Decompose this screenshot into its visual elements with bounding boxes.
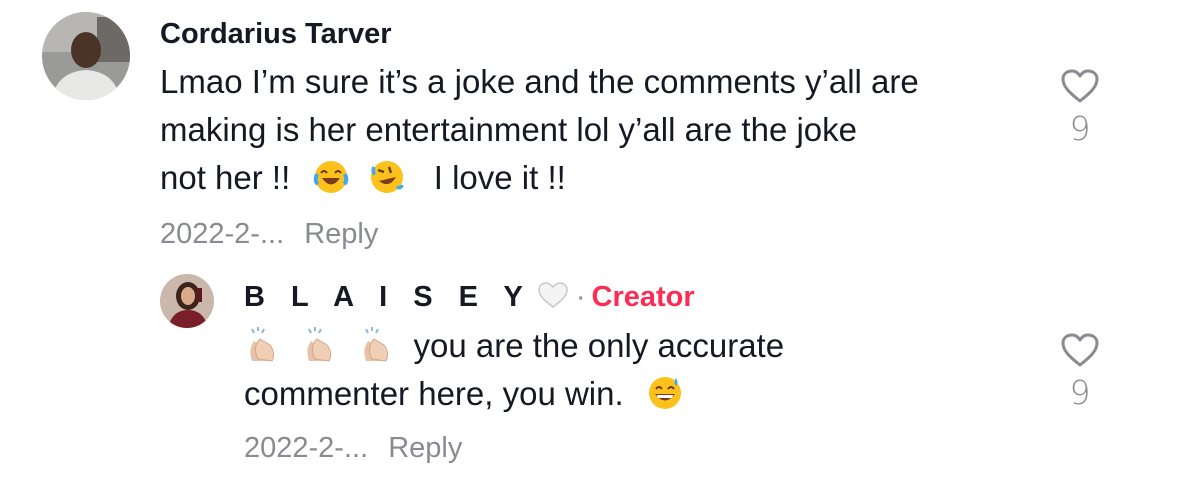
white-heart-icon <box>536 280 570 315</box>
tears-of-joy-emoji-icon <box>313 159 349 195</box>
heart-icon[interactable] <box>1060 333 1100 372</box>
reply-reply-button[interactable]: Reply <box>388 432 462 464</box>
clapping-hands-icon <box>358 327 394 363</box>
comment-text: Lmao I’m sure it’s a joke and the commen… <box>160 58 919 202</box>
comment-line-3: not her !! I love it !! <box>160 154 919 202</box>
comment-line-3-text: not her !! <box>160 159 291 196</box>
comment-author[interactable]: Cordarius Tarver <box>160 18 392 51</box>
comment-like[interactable]: 9 <box>1050 68 1110 148</box>
reply-author-row: B L A I S E Y · Creator <box>244 280 695 315</box>
clapping-hands-icon <box>301 327 337 363</box>
comment-meta: 2022-2-... Reply <box>160 218 378 251</box>
clapping-hands-icon <box>244 327 280 363</box>
reply-line-1: you are the only accurate <box>244 322 784 370</box>
avatar-blaisey[interactable] <box>160 274 214 328</box>
comment-reply-button[interactable]: Reply <box>304 218 378 250</box>
grinning-sweat-emoji-icon <box>647 375 683 411</box>
reply-author[interactable]: B L A I S E Y <box>244 281 532 314</box>
reply-line-2: commenter here, you win. <box>244 370 784 418</box>
reply-date: 2022-2-... <box>244 432 369 464</box>
rolling-laughing-emoji-icon <box>369 159 405 195</box>
avatar-cordarius[interactable] <box>42 12 130 100</box>
reply-text: you are the only accurate commenter here… <box>244 322 784 418</box>
separator-dot: · <box>575 281 586 313</box>
reply-meta: 2022-2-... Reply <box>244 432 462 465</box>
comment-line-1: Lmao I’m sure it’s a joke and the commen… <box>160 63 919 100</box>
heart-icon[interactable] <box>1060 69 1100 108</box>
comment-date: 2022-2-... <box>160 218 285 250</box>
reply-line-2-text: commenter here, you win. <box>244 375 624 412</box>
comment-line-3-tail: I love it !! <box>433 159 566 196</box>
reply-like[interactable]: 9 <box>1050 332 1110 412</box>
comment-like-count: 9 <box>1069 109 1091 148</box>
comment-line-2: making is her entertainment lol y’all ar… <box>160 111 858 148</box>
reply-like-count: 9 <box>1069 373 1091 412</box>
creator-badge: Creator <box>591 281 695 313</box>
reply-line-1-text: you are the only accurate <box>413 327 785 364</box>
